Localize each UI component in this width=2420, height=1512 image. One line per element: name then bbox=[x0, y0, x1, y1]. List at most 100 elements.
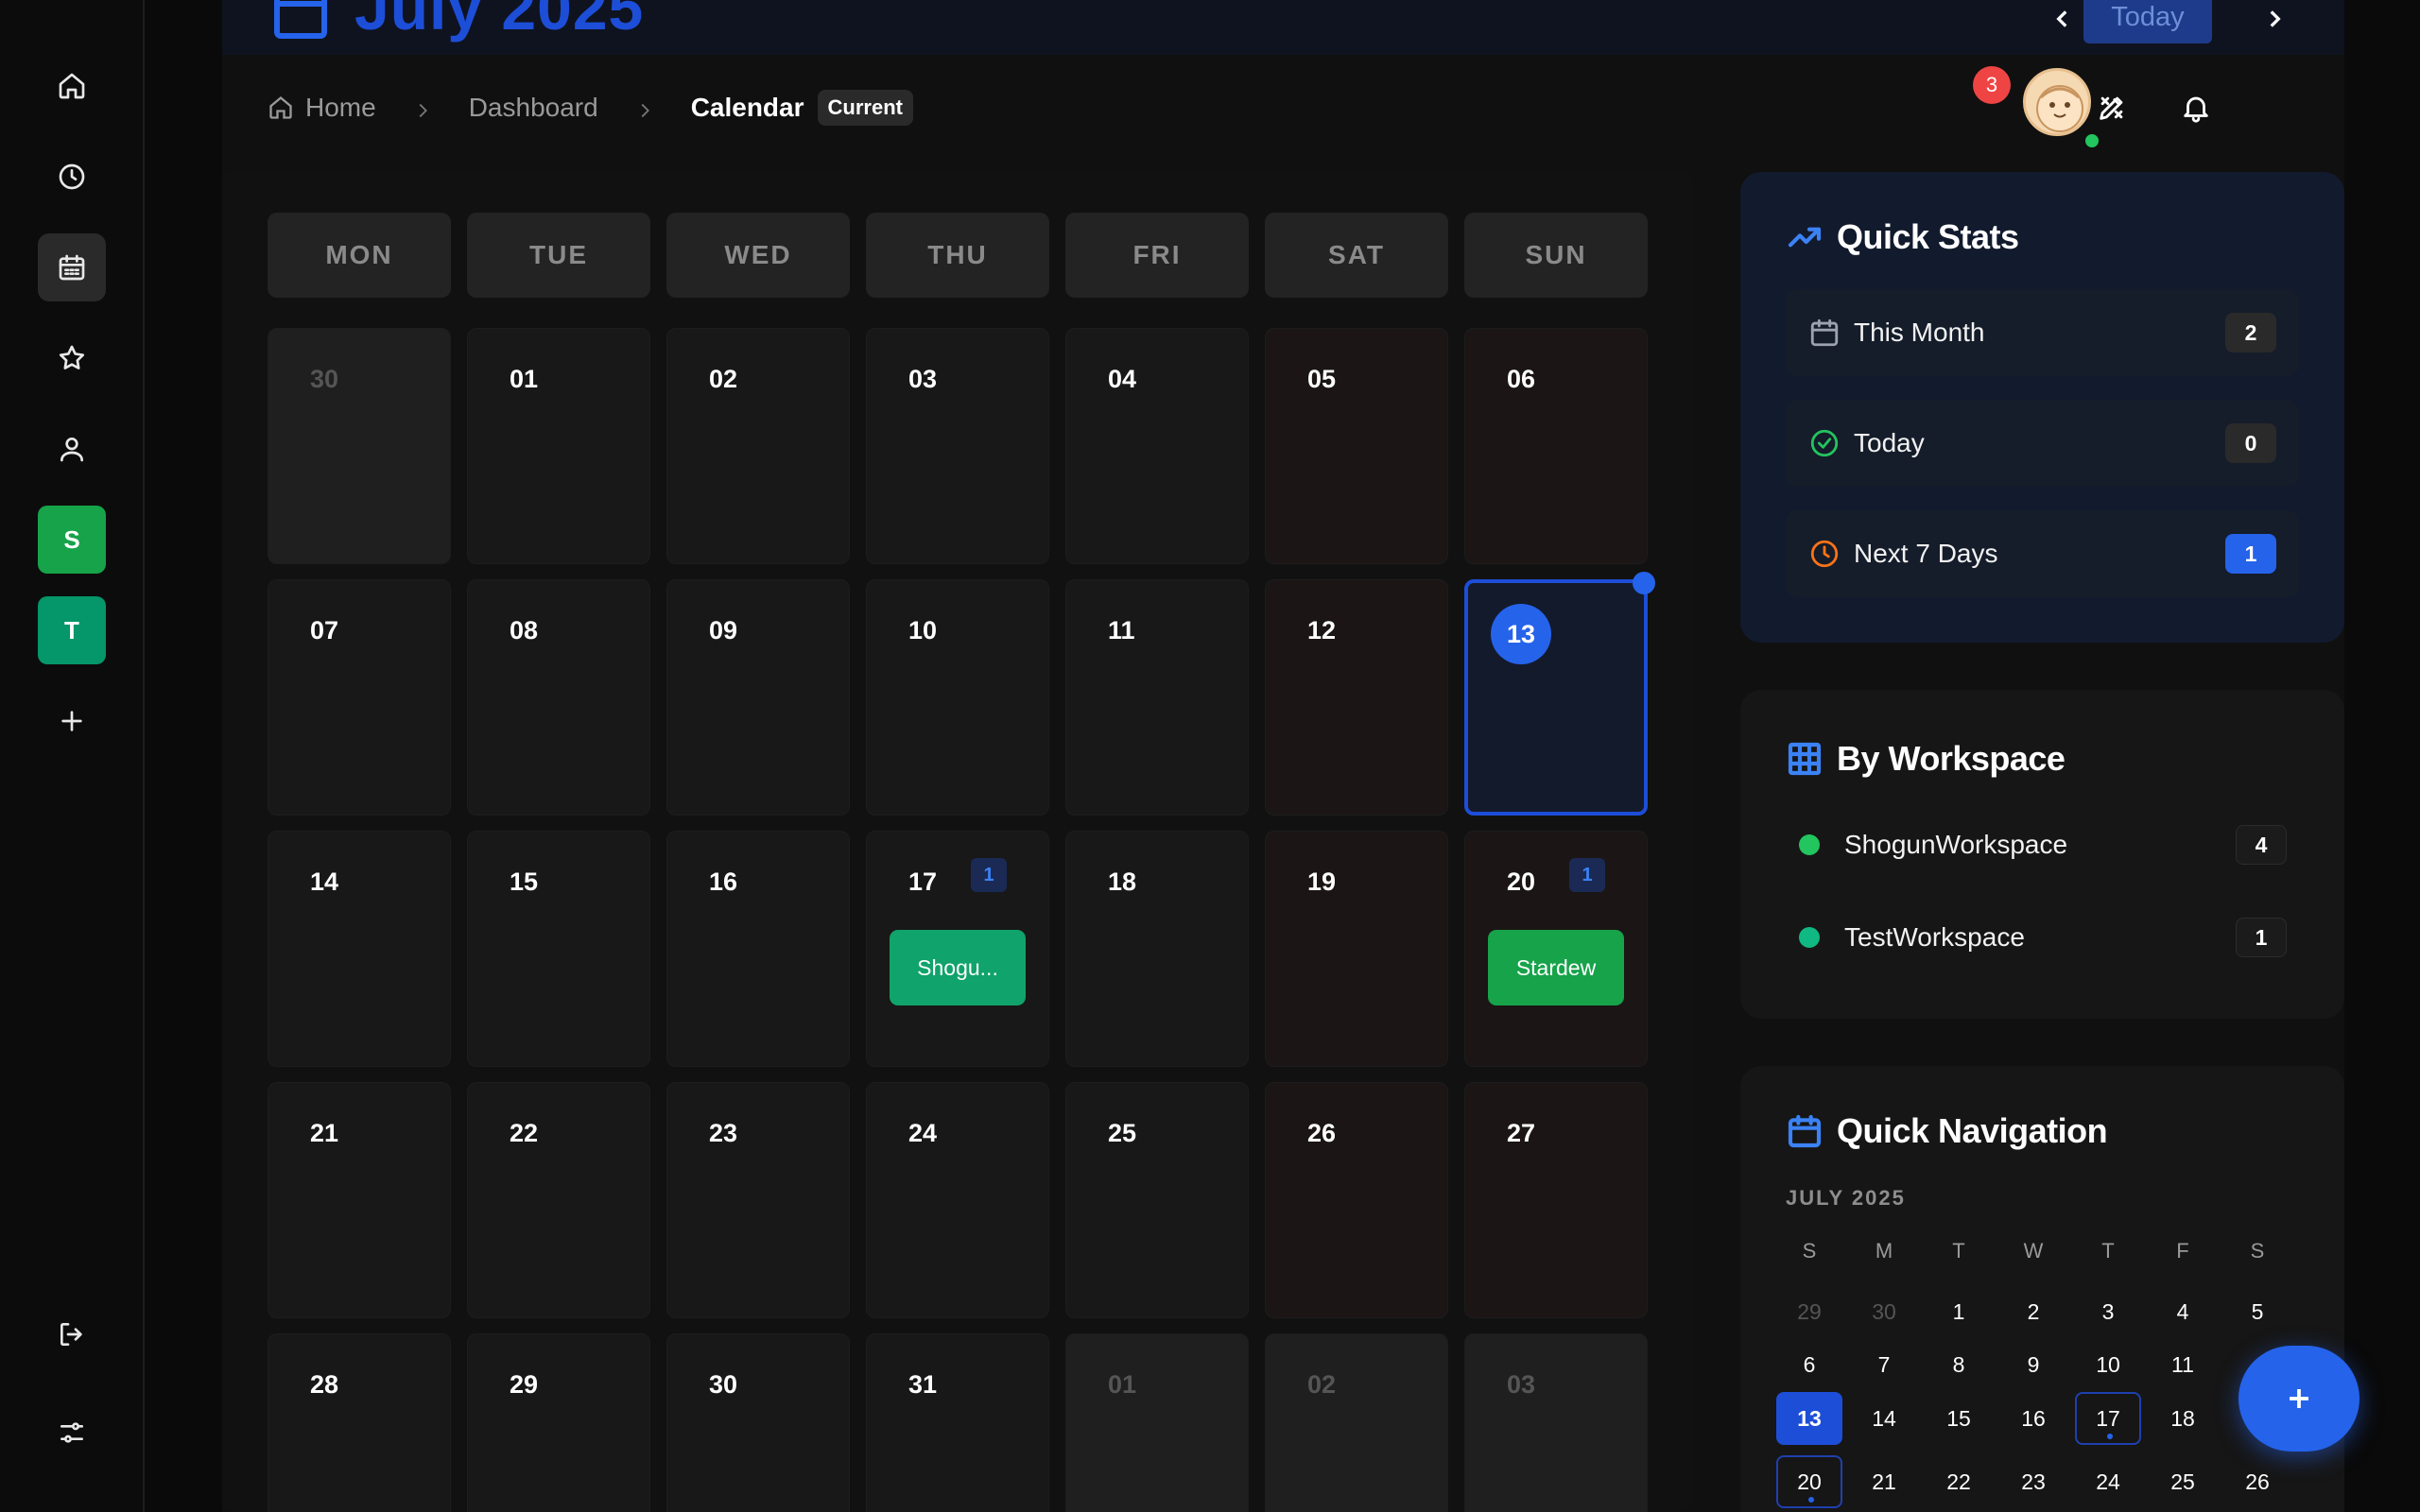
mini-day[interactable]: 23 bbox=[2000, 1455, 2066, 1508]
day-cell[interactable]: 04 bbox=[1065, 328, 1249, 564]
workspace-t-button[interactable]: T bbox=[38, 596, 106, 664]
event-chip[interactable]: Stardew bbox=[1488, 930, 1624, 1005]
day-cell[interactable]: 20 1 Stardew bbox=[1464, 831, 1648, 1067]
day-cell[interactable]: 01 bbox=[467, 328, 650, 564]
event-count-badge: 1 bbox=[971, 858, 1007, 892]
mini-day[interactable]: 24 bbox=[2075, 1455, 2141, 1508]
mini-day[interactable]: 8 bbox=[1926, 1338, 1992, 1391]
mini-day[interactable]: 26 bbox=[2224, 1455, 2290, 1508]
stat-this-month[interactable]: This Month 2 bbox=[1786, 289, 2299, 376]
mini-day[interactable]: 16 bbox=[2000, 1392, 2066, 1445]
user-icon[interactable] bbox=[38, 415, 106, 483]
day-cell[interactable]: 18 bbox=[1065, 831, 1249, 1067]
add-workspace-icon[interactable] bbox=[38, 687, 106, 755]
day-cell[interactable]: 03 bbox=[866, 328, 1049, 564]
breadcrumb-dashboard[interactable]: Dashboard bbox=[469, 93, 598, 123]
stat-value: 2 bbox=[2225, 313, 2276, 352]
next-month-button[interactable] bbox=[2252, 0, 2297, 42]
day-cell[interactable]: 16 bbox=[666, 831, 850, 1067]
day-cell[interactable]: 02 bbox=[1265, 1333, 1448, 1512]
mini-day[interactable]: 10 bbox=[2075, 1338, 2141, 1391]
mini-day[interactable]: 18 bbox=[2150, 1392, 2216, 1445]
bell-icon[interactable] bbox=[2173, 85, 2219, 130]
day-cell[interactable]: 14 bbox=[268, 831, 451, 1067]
mini-day[interactable]: 3 bbox=[2075, 1285, 2141, 1338]
day-cell-today[interactable]: 13 bbox=[1464, 572, 1655, 816]
chevron-right-icon bbox=[412, 97, 433, 118]
mini-day[interactable]: 2 bbox=[2000, 1285, 2066, 1338]
prev-month-button[interactable] bbox=[2040, 0, 2085, 42]
day-cell[interactable]: 02 bbox=[666, 328, 850, 564]
mini-day[interactable]: 21 bbox=[1851, 1455, 1917, 1508]
day-cell[interactable]: 27 bbox=[1464, 1082, 1648, 1318]
mini-day[interactable]: 4 bbox=[2150, 1285, 2216, 1338]
day-cell[interactable]: 24 bbox=[866, 1082, 1049, 1318]
day-number: 14 bbox=[310, 868, 339, 896]
weekday-header: SAT bbox=[1265, 213, 1448, 298]
mini-day[interactable]: 1 bbox=[1926, 1285, 1992, 1338]
day-cell[interactable]: 11 bbox=[1065, 579, 1249, 816]
day-cell[interactable]: 10 bbox=[866, 579, 1049, 816]
history-icon[interactable] bbox=[38, 143, 106, 211]
by-workspace-title-text: By Workspace bbox=[1837, 739, 2066, 778]
day-cell[interactable]: 08 bbox=[467, 579, 650, 816]
workspace-row-shogun[interactable]: ShogunWorkspace 4 bbox=[1799, 816, 2300, 873]
stat-today[interactable]: Today 0 bbox=[1786, 400, 2299, 487]
day-cell[interactable]: 30 bbox=[666, 1333, 850, 1512]
workspace-color-dot bbox=[1799, 834, 1820, 855]
calendar-icon[interactable] bbox=[38, 233, 106, 301]
logout-icon[interactable] bbox=[38, 1300, 106, 1368]
add-event-button[interactable] bbox=[2238, 1346, 2360, 1452]
mini-day[interactable]: 22 bbox=[1926, 1455, 1992, 1508]
mini-day[interactable]: 11 bbox=[2150, 1338, 2216, 1391]
day-number: 26 bbox=[1307, 1119, 1337, 1147]
mini-day[interactable]: 15 bbox=[1926, 1392, 1992, 1445]
mini-day[interactable]: 30 bbox=[1851, 1285, 1917, 1338]
day-cell[interactable]: 12 bbox=[1265, 579, 1448, 816]
day-cell[interactable]: 21 bbox=[268, 1082, 451, 1318]
day-cell[interactable]: 26 bbox=[1265, 1082, 1448, 1318]
day-number: 18 bbox=[1108, 868, 1137, 896]
day-cell[interactable]: 17 1 Shogu... bbox=[866, 831, 1049, 1067]
design-tools-icon[interactable] bbox=[2089, 85, 2135, 130]
day-cell[interactable]: 15 bbox=[467, 831, 650, 1067]
mini-day[interactable]: 6 bbox=[1776, 1338, 1842, 1391]
event-chip[interactable]: Shogu... bbox=[890, 930, 1026, 1005]
workspace-s-button[interactable]: S bbox=[38, 506, 106, 574]
mini-day[interactable]: 17 bbox=[2075, 1392, 2141, 1445]
mini-day[interactable]: 5 bbox=[2224, 1285, 2290, 1338]
day-cell[interactable]: 05 bbox=[1265, 328, 1448, 564]
mini-day[interactable]: 14 bbox=[1851, 1392, 1917, 1445]
plus-icon bbox=[2290, 1389, 2308, 1408]
breadcrumb-home[interactable]: Home bbox=[268, 93, 376, 123]
day-cell[interactable]: 25 bbox=[1065, 1082, 1249, 1318]
day-cell[interactable]: 30 bbox=[268, 328, 451, 564]
settings-sliders-icon[interactable] bbox=[38, 1399, 106, 1467]
mini-day[interactable]: 9 bbox=[2000, 1338, 2066, 1391]
today-button[interactable]: Today bbox=[2083, 0, 2212, 43]
day-number: 30 bbox=[310, 365, 339, 393]
day-cell[interactable]: 31 bbox=[866, 1333, 1049, 1512]
day-cell[interactable]: 23 bbox=[666, 1082, 850, 1318]
star-icon[interactable] bbox=[38, 324, 106, 392]
mini-day[interactable]: 25 bbox=[2150, 1455, 2216, 1508]
home-icon[interactable] bbox=[38, 52, 106, 120]
mini-day[interactable]: 13 bbox=[1776, 1392, 1842, 1445]
mini-day[interactable]: 20 bbox=[1776, 1455, 1842, 1508]
day-cell[interactable]: 06 bbox=[1464, 328, 1648, 564]
mini-day[interactable]: 29 bbox=[1776, 1285, 1842, 1338]
day-cell[interactable]: 19 bbox=[1265, 831, 1448, 1067]
day-cell[interactable]: 22 bbox=[467, 1082, 650, 1318]
stat-next-7-days[interactable]: Next 7 Days 1 bbox=[1786, 510, 2299, 597]
day-cell[interactable]: 28 bbox=[268, 1333, 451, 1512]
day-cell[interactable]: 09 bbox=[666, 579, 850, 816]
weekday-header: FRI bbox=[1065, 213, 1249, 298]
day-cell[interactable]: 03 bbox=[1464, 1333, 1648, 1512]
day-cell[interactable]: 07 bbox=[268, 579, 451, 816]
workspace-row-test[interactable]: TestWorkspace 1 bbox=[1799, 909, 2300, 966]
day-number: 07 bbox=[310, 616, 339, 644]
day-cell[interactable]: 29 bbox=[467, 1333, 650, 1512]
day-cell[interactable]: 01 bbox=[1065, 1333, 1249, 1512]
mini-day[interactable]: 7 bbox=[1851, 1338, 1917, 1391]
avatar[interactable] bbox=[2023, 68, 2091, 136]
